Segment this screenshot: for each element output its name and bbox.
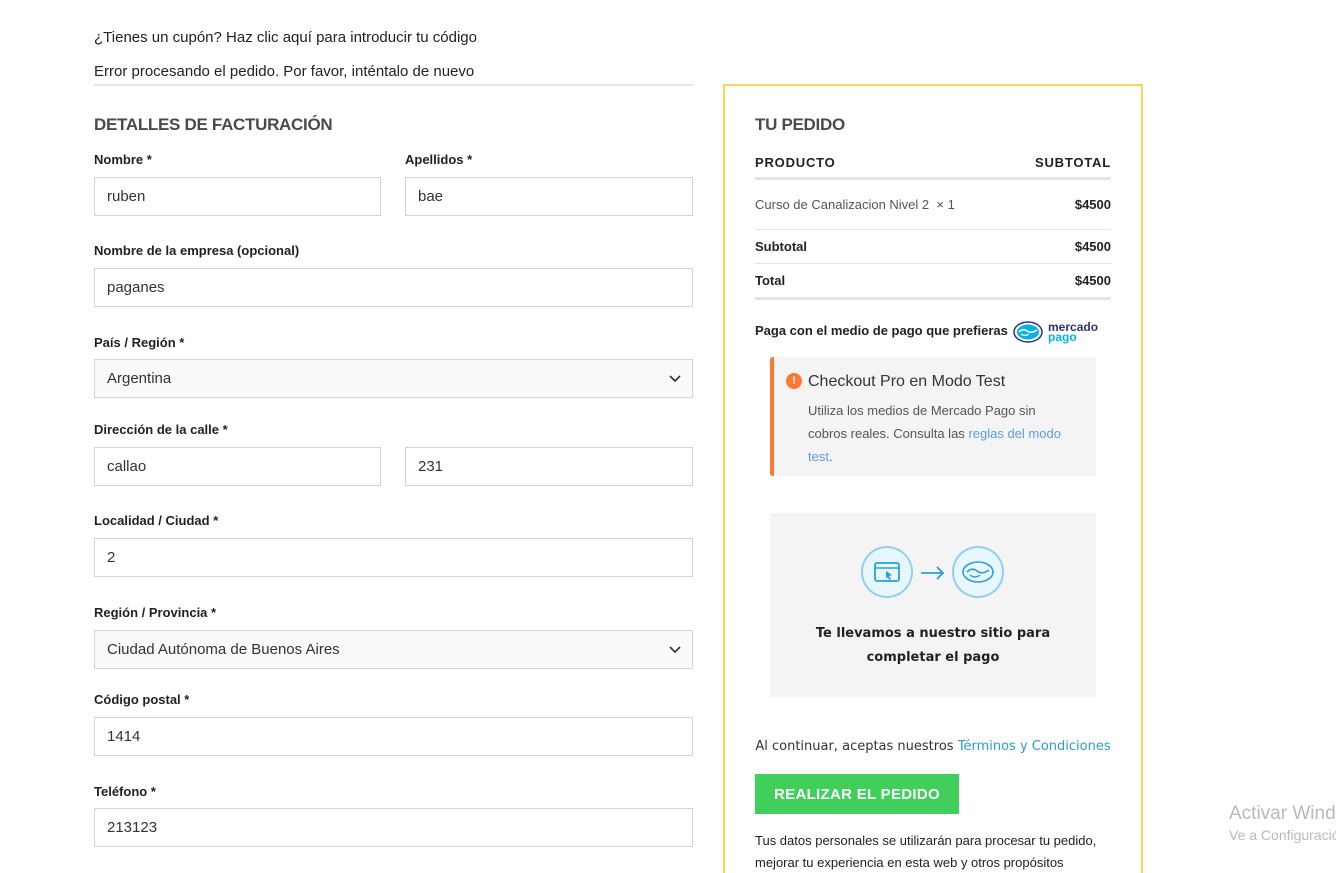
street-input[interactable]: callao	[94, 447, 381, 486]
divider	[755, 177, 1111, 180]
phone-input[interactable]: 213123	[94, 808, 693, 847]
watermark-line-1: Activar Windows	[1229, 803, 1336, 824]
payment-method-label: Paga con el medio de pago que prefieras	[755, 323, 1008, 338]
place-order-button[interactable]: REALIZAR EL PEDIDO	[755, 774, 959, 814]
error-notice: Error procesando el pedido. Por favor, i…	[94, 63, 693, 86]
company-label: Nombre de la empresa (opcional)	[94, 243, 300, 258]
divider	[755, 229, 1111, 230]
logo-text: pago	[1048, 330, 1077, 344]
divider	[755, 297, 1111, 300]
browser-icon	[861, 546, 913, 598]
company-input[interactable]: paganes	[94, 268, 693, 307]
order-item-price: $4500	[1074, 197, 1111, 212]
chevron-down-icon	[668, 372, 682, 386]
terms-text: Al continuar, aceptas nuestros Términos …	[755, 739, 1111, 754]
test-mode-notice: ! Checkout Pro en Modo Test Utiliza los …	[770, 357, 1096, 476]
city-input[interactable]: 2	[94, 538, 693, 577]
redirect-info: Te llevamos a nuestro sitio para complet…	[770, 513, 1096, 697]
mercado-pago-logo: mercado pago	[1013, 319, 1103, 345]
first-name-input[interactable]: ruben	[94, 177, 381, 216]
country-label: País / Región *	[94, 335, 185, 350]
order-title: TU PEDIDO	[755, 115, 845, 134]
windows-activation-watermark: Activar Windows Ve a Configuración para …	[1229, 803, 1336, 843]
total-label: Total	[755, 273, 786, 288]
country-select[interactable]: Argentina	[94, 359, 693, 398]
handshake-icon	[952, 546, 1004, 598]
alert-icon: !	[786, 373, 802, 389]
phone-label: Teléfono *	[94, 784, 156, 799]
col-subtotal-header: SUBTOTAL	[1035, 155, 1111, 170]
state-label: Región / Provincia *	[94, 605, 217, 620]
street-number-input[interactable]: 231	[405, 447, 693, 486]
total-value: $4500	[1074, 273, 1111, 288]
notice-body: Utiliza los medios de Mercado Pago sin c…	[808, 403, 1061, 464]
divider	[755, 263, 1111, 264]
coupon-notice[interactable]: ¿Tienes un cupón? Haz clic aquí para int…	[94, 29, 477, 46]
state-select[interactable]: Ciudad Autónoma de Buenos Aires	[94, 630, 693, 669]
terms-link[interactable]: Términos y Condiciones	[958, 739, 1111, 754]
arrow-right-icon	[920, 565, 946, 581]
chevron-down-icon	[668, 643, 682, 657]
last-name-input[interactable]: bae	[405, 177, 693, 216]
watermark-line-2: Ve a Configuración para activar Windows.	[1229, 827, 1336, 843]
subtotal-label: Subtotal	[755, 239, 807, 254]
subtotal-value: $4500	[1074, 239, 1111, 254]
billing-title: DETALLES DE FACTURACIÓN	[94, 115, 333, 134]
postcode-label: Código postal *	[94, 692, 190, 707]
postcode-input[interactable]: 1414	[94, 717, 693, 756]
last-name-label: Apellidos *	[405, 152, 473, 167]
street-label: Dirección de la calle *	[94, 422, 228, 437]
order-item-name: Curso de Canalizacion Nivel 2 × 1	[755, 197, 955, 212]
notice-title: Checkout Pro en Modo Test	[808, 373, 1006, 390]
col-product-header: PRODUCTO	[755, 155, 836, 170]
redirect-text: Te llevamos a nuestro sitio para complet…	[815, 626, 1051, 665]
privacy-text: Tus datos personales se utilizarán para …	[755, 833, 1097, 870]
first-name-label: Nombre *	[94, 152, 152, 167]
city-label: Localidad / Ciudad *	[94, 513, 219, 528]
